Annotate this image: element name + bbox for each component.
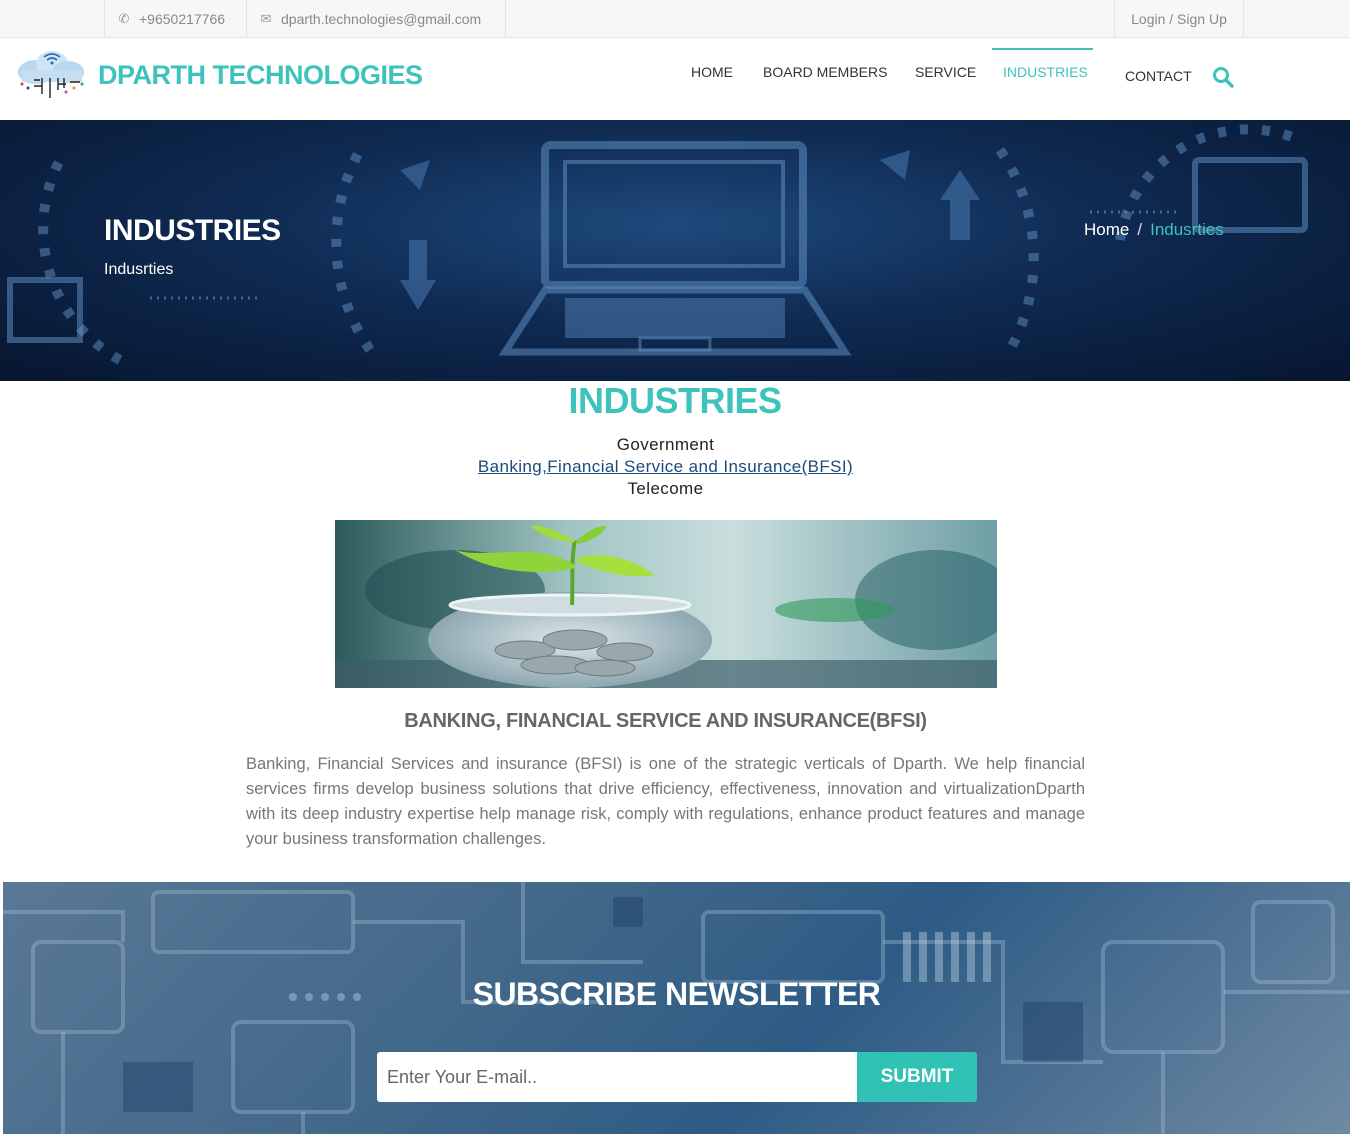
bfsi-plant-jar-image <box>335 520 997 688</box>
brand-name[interactable]: DPARTH TECHNOLOGIES <box>98 60 423 91</box>
topbar-email[interactable]: ✉ dparth.technologies@gmail.com <box>246 0 506 38</box>
search-icon[interactable] <box>1212 66 1234 88</box>
laptop-background-image <box>7 124 1308 365</box>
card-title: BANKING, FINANCIAL SERVICE AND INSURANCE… <box>404 710 927 732</box>
page-banner: INDUSTRIES Indusrties Home / Indusrties <box>0 120 1350 381</box>
banner-subtitle: Indusrties <box>104 261 174 278</box>
nav-service[interactable]: SERVICE <box>915 64 976 80</box>
topbar-phone[interactable]: ✆ +9650217766 <box>104 0 247 38</box>
nav-industries[interactable]: INDUSTRIES <box>1003 64 1088 80</box>
nav-home[interactable]: HOME <box>691 64 733 80</box>
nav-board-members[interactable]: BOARD MEMBERS <box>763 64 887 80</box>
industries-list: Government Banking,Financial Service and… <box>0 434 1331 500</box>
site-header: DPARTH TECHNOLOGIES HOME BOARD MEMBERS S… <box>0 38 1350 120</box>
industry-item-government: Government <box>616 435 715 454</box>
envelope-icon: ✉ <box>260 11 272 26</box>
newsletter-email-input[interactable] <box>377 1052 857 1102</box>
nav-contact[interactable]: CONTACT <box>1125 68 1192 84</box>
cloud-logo-icon[interactable] <box>14 48 88 100</box>
card-description: Banking, Financial Services and insuranc… <box>246 755 1085 848</box>
breadcrumb-current: Indusrties <box>1150 220 1224 239</box>
login-signup-link[interactable]: Login / Sign Up <box>1114 0 1244 38</box>
email-address: dparth.technologies@gmail.com <box>281 11 482 27</box>
breadcrumb: Home / Indusrties <box>1084 220 1224 240</box>
newsletter-title: SUBSCRIBE NEWSLETTER <box>472 976 881 1012</box>
section-title: INDUSTRIES <box>568 380 782 421</box>
topbar: ✆ +9650217766 ✉ dparth.technologies@gmai… <box>0 0 1350 38</box>
nav-active-indicator <box>992 48 1093 50</box>
breadcrumb-separator: / <box>1137 220 1143 239</box>
industry-link-bfsi[interactable]: Banking,Financial Service and Insurance(… <box>478 457 853 476</box>
newsletter-section: SUBSCRIBE NEWSLETTER SUBMIT <box>3 882 1350 1134</box>
industry-item-telecome: Telecome <box>627 479 704 498</box>
newsletter-submit-button[interactable]: SUBMIT <box>857 1052 977 1102</box>
breadcrumb-home[interactable]: Home <box>1084 220 1129 240</box>
phone-number: +9650217766 <box>139 11 226 27</box>
banner-title: INDUSTRIES <box>104 214 281 247</box>
phone-icon: ✆ <box>118 11 130 26</box>
